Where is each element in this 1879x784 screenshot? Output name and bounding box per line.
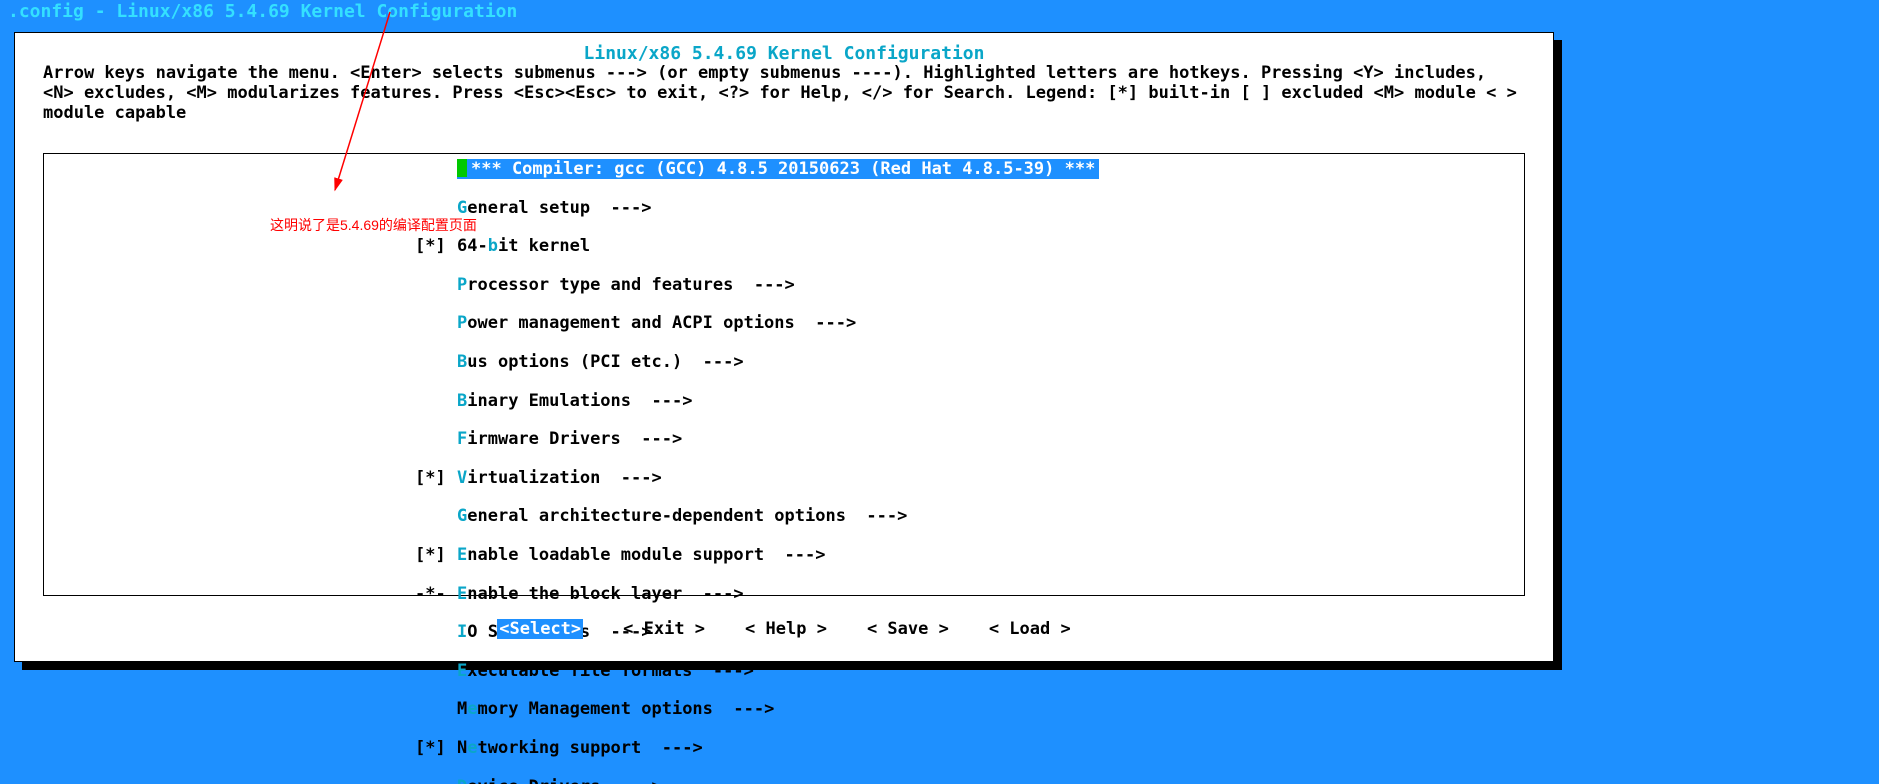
menu-item-label: Networking support ---> — [457, 738, 703, 758]
menu-item-label: Binary Emulations ---> — [457, 391, 692, 411]
menu-item-label: General setup ---> — [457, 198, 652, 218]
menu-item-7[interactable]: Firmware Drivers ---> — [415, 430, 1099, 449]
button-exit[interactable]: < Exit > — [623, 619, 705, 639]
hotkey: e — [467, 738, 477, 758]
menu-item-prefix — [415, 778, 457, 784]
menu-list[interactable]: *** Compiler: gcc (GCC) 4.8.5 20150623 (… — [415, 159, 1099, 784]
menu-item-8[interactable]: [*]Virtualization ---> — [415, 469, 1099, 488]
cursor — [457, 159, 467, 177]
menu-item-3[interactable]: Processor type and features ---> — [415, 276, 1099, 295]
hotkey: E — [457, 545, 467, 565]
menu-item-prefix: [*] — [415, 739, 457, 758]
menu-item-label: 64-bit kernel — [457, 236, 590, 256]
hotkey: D — [457, 777, 467, 784]
menu-item-label: Enable the block layer ---> — [457, 584, 744, 604]
help-text: Arrow keys navigate the menu. <Enter> se… — [43, 63, 1525, 123]
menu-item-prefix — [415, 160, 457, 179]
menu-item-0[interactable]: *** Compiler: gcc (GCC) 4.8.5 20150623 (… — [415, 159, 1099, 179]
hotkey: B — [457, 391, 467, 411]
hotkey: b — [488, 236, 498, 256]
menu-item-11[interactable]: -*-Enable the block layer ---> — [415, 585, 1099, 604]
hotkey: E — [457, 661, 467, 681]
menu-item-prefix: [*] — [415, 237, 457, 256]
menu-item-prefix — [415, 700, 457, 719]
menu-item-15[interactable]: [*]Networking support ---> — [415, 739, 1099, 758]
hotkey: P — [457, 313, 467, 333]
menu-item-4[interactable]: Power management and ACPI options ---> — [415, 314, 1099, 333]
menu-item-prefix — [415, 314, 457, 333]
button-load[interactable]: < Load > — [989, 619, 1071, 639]
menu-item-14[interactable]: Memory Management options ---> — [415, 700, 1099, 719]
menu-item-label: Executable file formats ---> — [457, 661, 754, 681]
hotkey: e — [467, 699, 477, 719]
menu-item-prefix — [415, 507, 457, 526]
hotkey: G — [457, 506, 467, 526]
menu-item-10[interactable]: [*]Enable loadable module support ---> — [415, 546, 1099, 565]
menu-item-prefix: [*] — [415, 469, 457, 488]
menu-item-5[interactable]: Bus options (PCI etc.) ---> — [415, 353, 1099, 372]
hotkey: P — [457, 275, 467, 295]
button-bar: <Select> < Exit > < Help > < Save > < Load > — [15, 619, 1553, 639]
menu-item-prefix: -*- — [415, 585, 457, 604]
menu-item-label: General architecture-dependent options -… — [457, 506, 907, 526]
menuconfig-panel: Linux/x86 5.4.69 Kernel Configuration Ar… — [14, 32, 1554, 662]
menu-item-prefix — [415, 662, 457, 681]
menu-item-16[interactable]: Device Drivers ---> — [415, 778, 1099, 784]
menu-item-label: Memory Management options ---> — [457, 699, 774, 719]
hotkey: B — [457, 352, 467, 372]
menu-item-label: Virtualization ---> — [457, 468, 662, 488]
menu-item-13[interactable]: Executable file formats ---> — [415, 662, 1099, 681]
menu-item-prefix — [415, 353, 457, 372]
menu-item-label: Enable loadable module support ---> — [457, 545, 825, 565]
menu-item-prefix — [415, 392, 457, 411]
hotkey: F — [457, 429, 467, 449]
menu-item-label: Processor type and features ---> — [457, 275, 795, 295]
panel-title: Linux/x86 5.4.69 Kernel Configuration — [15, 43, 1553, 64]
menu-item-2[interactable]: [*]64-bit kernel — [415, 237, 1099, 256]
menu-item-label: Device Drivers ---> — [457, 777, 662, 784]
hotkey: E — [457, 584, 467, 604]
annotation-text: 这明说了是5.4.69的编译配置页面 — [270, 215, 477, 235]
menu-item-prefix — [415, 430, 457, 449]
menu-item-6[interactable]: Binary Emulations ---> — [415, 392, 1099, 411]
window-title: .config - Linux/x86 5.4.69 Kernel Config… — [0, 0, 1879, 30]
hotkey: V — [457, 468, 467, 488]
menu-item-label: Power management and ACPI options ---> — [457, 313, 856, 333]
menu-item-prefix — [415, 276, 457, 295]
menu-item-label: Bus options (PCI etc.) ---> — [457, 352, 744, 372]
menu-item-prefix: [*] — [415, 546, 457, 565]
button-select[interactable]: <Select> — [497, 619, 583, 639]
button-save[interactable]: < Save > — [867, 619, 949, 639]
menu-item-9[interactable]: General architecture-dependent options -… — [415, 507, 1099, 526]
menu-item-1[interactable]: General setup ---> — [415, 199, 1099, 218]
button-help[interactable]: < Help > — [745, 619, 827, 639]
menu-item-label: Firmware Drivers ---> — [457, 429, 682, 449]
menu-item-label: *** Compiler: gcc (GCC) 4.8.5 20150623 (… — [457, 159, 1099, 179]
